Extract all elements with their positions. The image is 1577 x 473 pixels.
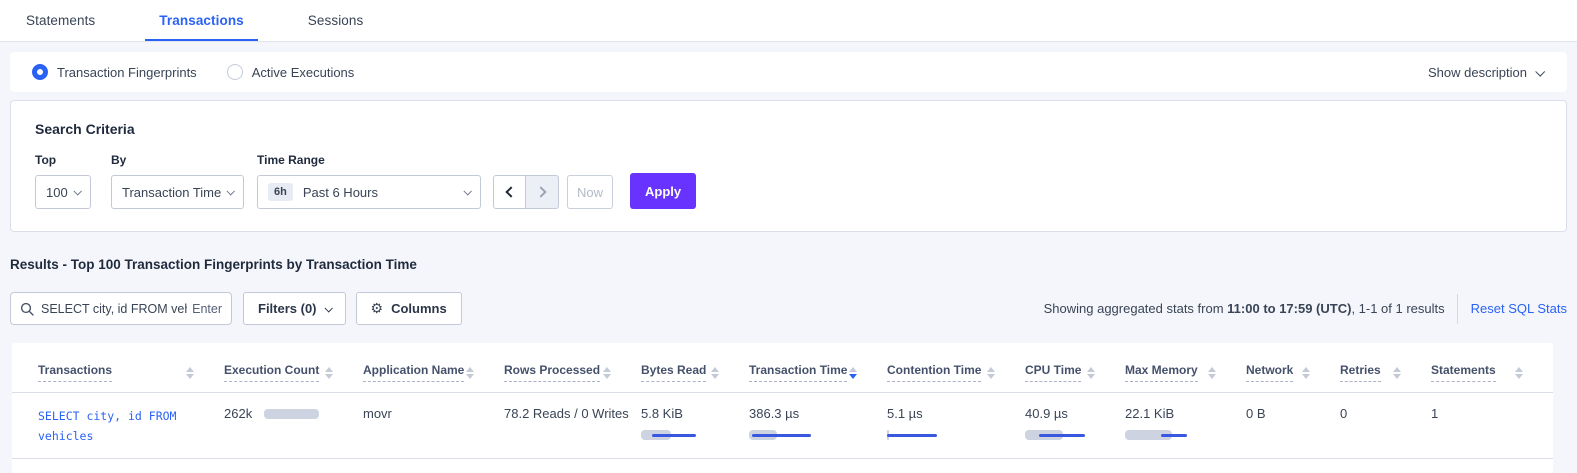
network-value: 0 B [1246, 406, 1266, 421]
chevron-down-icon [226, 187, 234, 195]
top-select[interactable]: 100 [35, 175, 91, 209]
table-row: SELECT city, id FROM vehicles 262k movr … [12, 393, 1553, 459]
transaction-fingerprint-link[interactable]: SELECT city, id FROM vehicles [38, 406, 196, 446]
time-range-label: Time Range [257, 153, 481, 167]
top-label: Top [35, 153, 91, 167]
page-tabbar: Statements Transactions Sessions [0, 0, 1577, 42]
column-header-statements[interactable]: Statements [1431, 349, 1553, 393]
vertical-divider [1457, 294, 1458, 324]
contention-time-value: 5.1 µs [887, 406, 923, 421]
cpu-time-value: 40.9 µs [1025, 406, 1068, 421]
transaction-time-bar [749, 430, 819, 440]
results-controls: Enter Filters (0) ⚙ Columns Showing aggr… [10, 292, 1567, 325]
column-header-rows-processed[interactable]: Rows Processed [504, 349, 641, 393]
sort-icon[interactable] [466, 367, 474, 379]
sort-icon[interactable] [1393, 367, 1401, 379]
table-header-row: Transactions Execution Count Application… [12, 349, 1553, 393]
columns-button-label: Columns [391, 301, 447, 316]
sort-icon[interactable] [186, 367, 194, 379]
by-select-value: Transaction Time [122, 185, 221, 200]
filters-button-label: Filters (0) [258, 301, 317, 316]
search-criteria-title: Search Criteria [35, 121, 1542, 137]
stats-area: Showing aggregated stats from 11:00 to 1… [1044, 294, 1567, 324]
radio-transaction-fingerprints[interactable]: Transaction Fingerprints [32, 64, 197, 80]
retries-value: 0 [1340, 406, 1347, 421]
bytes-read-value: 5.8 KiB [641, 406, 683, 421]
transactions-table: Transactions Execution Count Application… [12, 349, 1553, 459]
time-range-prev-button[interactable] [493, 175, 526, 209]
search-enter-hint: Enter [192, 302, 222, 316]
results-table-card: Transactions Execution Count Application… [12, 343, 1553, 473]
time-range-value: Past 6 Hours [303, 185, 378, 200]
radio-active-executions[interactable]: Active Executions [227, 64, 355, 80]
now-button[interactable]: Now [567, 175, 613, 209]
contention-time-bar [887, 430, 957, 440]
aggregated-stats-text: Showing aggregated stats from 11:00 to 1… [1044, 301, 1445, 316]
view-toggle-bar: Transaction Fingerprints Active Executio… [10, 52, 1567, 92]
gear-icon: ⚙ [371, 300, 384, 317]
chevron-down-icon [1535, 66, 1545, 76]
radio-unselected-icon [227, 64, 243, 80]
execution-count-value: 262k [224, 406, 252, 421]
column-header-transaction-time[interactable]: Transaction Time [749, 349, 887, 393]
chevron-down-icon [73, 187, 81, 195]
chevron-down-icon [463, 187, 471, 195]
sort-icon[interactable] [325, 367, 333, 379]
results-search-box: Enter [10, 292, 232, 325]
search-input[interactable] [41, 302, 187, 316]
cpu-time-bar [1025, 430, 1095, 440]
sort-icon-active-desc[interactable] [849, 367, 857, 379]
rows-processed-value: 78.2 Reads / 0 Writes [504, 406, 629, 421]
column-header-max-memory[interactable]: Max Memory [1125, 349, 1246, 393]
sort-icon[interactable] [1087, 367, 1095, 379]
search-criteria-card: Search Criteria Top 100 By Transaction T… [10, 100, 1567, 232]
tab-sessions[interactable]: Sessions [306, 1, 366, 41]
time-range-select[interactable]: 6h Past 6 Hours [257, 175, 481, 209]
columns-button[interactable]: ⚙ Columns [356, 292, 462, 325]
sort-icon[interactable] [987, 367, 995, 379]
bytes-read-bar [641, 430, 711, 440]
sort-icon[interactable] [603, 367, 611, 379]
chevron-right-icon [535, 186, 546, 197]
sort-icon[interactable] [711, 367, 719, 379]
radio-label: Transaction Fingerprints [57, 65, 197, 80]
apply-button[interactable]: Apply [630, 173, 696, 209]
column-header-execution-count[interactable]: Execution Count [224, 349, 363, 393]
max-memory-value: 22.1 KiB [1125, 406, 1174, 421]
time-range-next-button[interactable] [526, 175, 559, 209]
max-memory-bar [1125, 430, 1195, 440]
sort-icon[interactable] [1208, 367, 1216, 379]
column-header-transactions[interactable]: Transactions [12, 349, 224, 393]
sort-icon[interactable] [1515, 367, 1523, 379]
statements-value: 1 [1431, 406, 1438, 421]
tab-transactions[interactable]: Transactions [145, 1, 257, 41]
column-header-cpu-time[interactable]: CPU Time [1025, 349, 1125, 393]
application-name-value: movr [363, 406, 392, 421]
transaction-time-value: 386.3 µs [749, 406, 799, 421]
chevron-down-icon [324, 304, 332, 312]
filters-button[interactable]: Filters (0) [243, 292, 346, 325]
by-label: By [111, 153, 244, 167]
show-description-toggle[interactable]: Show description [1428, 65, 1543, 80]
show-description-label: Show description [1428, 65, 1527, 80]
execution-count-bar [264, 409, 319, 419]
time-range-badge: 6h [268, 183, 293, 201]
radio-selected-icon [32, 64, 48, 80]
column-header-retries[interactable]: Retries [1340, 349, 1431, 393]
column-header-network[interactable]: Network [1246, 349, 1340, 393]
results-heading: Results - Top 100 Transaction Fingerprin… [10, 257, 1567, 272]
search-icon [20, 302, 34, 316]
column-header-application-name[interactable]: Application Name [363, 349, 504, 393]
chevron-left-icon [505, 186, 516, 197]
column-header-bytes-read[interactable]: Bytes Read [641, 349, 749, 393]
reset-sql-stats-link[interactable]: Reset SQL Stats [1471, 301, 1567, 316]
column-header-contention-time[interactable]: Contention Time [887, 349, 1025, 393]
by-select[interactable]: Transaction Time [111, 175, 244, 209]
radio-label: Active Executions [252, 65, 355, 80]
top-select-value: 100 [46, 185, 68, 200]
sort-icon[interactable] [1302, 367, 1310, 379]
tab-statements[interactable]: Statements [24, 1, 97, 41]
